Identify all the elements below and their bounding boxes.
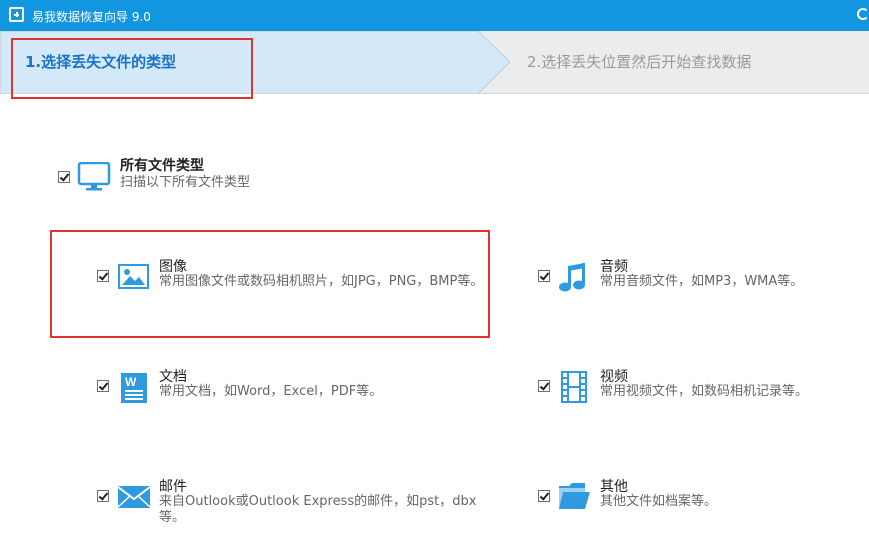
monitor-icon (77, 162, 111, 191)
other-checkbox[interactable] (538, 490, 550, 502)
all-types-checkbox[interactable] (58, 171, 70, 183)
other-title: 其他 (600, 479, 628, 495)
audio-title: 音频 (600, 259, 628, 275)
all-types-description: 扫描以下所有文件类型 (120, 175, 251, 190)
help-icon[interactable] (857, 8, 869, 20)
document-description: 常用文档，如Word，Excel，PDF等。 (159, 384, 383, 399)
all-types-title: 所有文件类型 (120, 158, 204, 174)
document-title: 文档 (159, 369, 187, 385)
title-bar: 易我数据恢复向导 9.0 (0, 0, 869, 31)
step-2-label[interactable]: 2.选择丢失位置然后开始查找数据 (527, 51, 751, 72)
audio-description: 常用音频文件，如MP3，WMA等。 (600, 274, 804, 289)
image-highlight-box (50, 230, 490, 338)
music-note-icon (559, 263, 585, 292)
email-description: 来自Outlook或Outlook Express的邮件，如pst，dbx等。 (159, 494, 477, 525)
film-icon (561, 371, 587, 403)
folder-icon (559, 483, 590, 509)
audio-checkbox[interactable] (538, 270, 550, 282)
video-title: 视频 (600, 369, 628, 385)
other-description: 其他文件如档案等。 (600, 494, 718, 509)
envelope-icon (118, 486, 150, 508)
svg-text:W: W (125, 375, 137, 389)
video-description: 常用视频文件，如数码相机记录等。 (600, 384, 809, 399)
document-checkbox[interactable] (97, 380, 109, 392)
app-logo-icon (9, 7, 24, 22)
step-1-highlight-box (11, 38, 253, 99)
window-title: 易我数据恢复向导 9.0 (32, 10, 151, 24)
email-checkbox[interactable] (97, 490, 109, 502)
email-title: 邮件 (159, 479, 187, 495)
word-document-icon: W (121, 373, 147, 403)
video-checkbox[interactable] (538, 380, 550, 392)
